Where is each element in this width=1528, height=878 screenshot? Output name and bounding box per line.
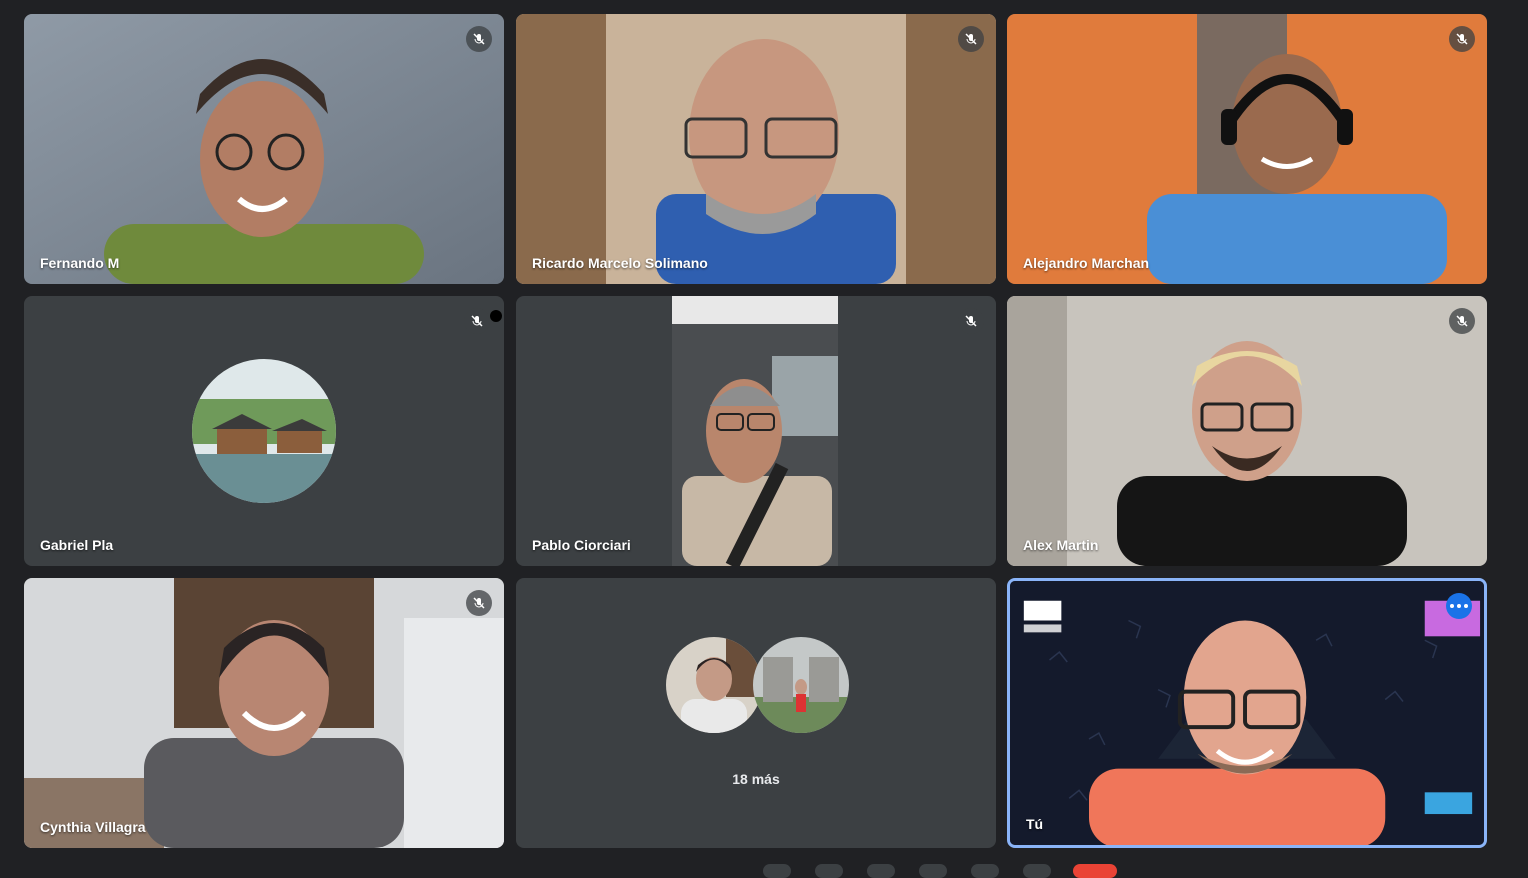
avatar — [666, 637, 762, 733]
video-feed — [1010, 581, 1484, 845]
participant-name: Alex Martin — [1023, 537, 1099, 553]
overflow-participants-tile[interactable]: 18 más — [516, 578, 996, 848]
participant-name: Pablo Ciorciari — [532, 537, 631, 553]
mic-off-icon — [466, 590, 492, 616]
video-feed — [1007, 296, 1487, 566]
control-button[interactable] — [763, 864, 791, 878]
participant-tile-alex[interactable]: Alex Martin — [1007, 296, 1487, 566]
mic-off-icon — [1449, 308, 1475, 334]
control-button[interactable] — [919, 864, 947, 878]
participant-name: Alejandro Marchan — [1023, 255, 1150, 271]
video-feed — [672, 296, 838, 566]
control-button[interactable] — [815, 864, 843, 878]
end-call-button[interactable] — [1073, 864, 1117, 878]
participant-tile-fernando[interactable]: Fernando M — [24, 14, 504, 284]
participant-tile-pablo[interactable]: Pablo Ciorciari — [516, 296, 996, 566]
participant-tile-self[interactable]: Tú — [1007, 578, 1487, 848]
participant-tile-ricardo[interactable]: Ricardo Marcelo Solimano — [516, 14, 996, 284]
participant-name: Ricardo Marcelo Solimano — [532, 255, 708, 271]
more-options-icon[interactable] — [1446, 593, 1472, 619]
control-button[interactable] — [1023, 864, 1051, 878]
video-feed — [1007, 14, 1487, 284]
mic-off-icon — [1449, 26, 1475, 52]
participant-name: Fernando M — [40, 255, 120, 271]
avatar — [753, 637, 849, 733]
control-button[interactable] — [971, 864, 999, 878]
overflow-count-label: 18 más — [732, 771, 780, 787]
avatar — [192, 359, 336, 503]
participant-tile-cynthia[interactable]: Cynthia Villagra — [24, 578, 504, 848]
participant-name: Gabriel Pla — [40, 537, 114, 553]
status-dot — [490, 310, 502, 322]
mic-off-icon — [958, 308, 984, 334]
mic-off-icon — [958, 26, 984, 52]
mic-off-icon — [464, 308, 490, 334]
control-button[interactable] — [867, 864, 895, 878]
participant-tile-alejandro[interactable]: Alejandro Marchan — [1007, 14, 1487, 284]
participant-tile-gabriel[interactable]: Gabriel Pla — [24, 296, 504, 566]
video-feed — [24, 578, 504, 848]
mic-off-icon — [466, 26, 492, 52]
participant-name: Cynthia Villagra — [40, 819, 146, 835]
video-feed — [516, 14, 996, 284]
video-feed — [24, 14, 504, 284]
participant-name: Tú — [1026, 816, 1044, 832]
